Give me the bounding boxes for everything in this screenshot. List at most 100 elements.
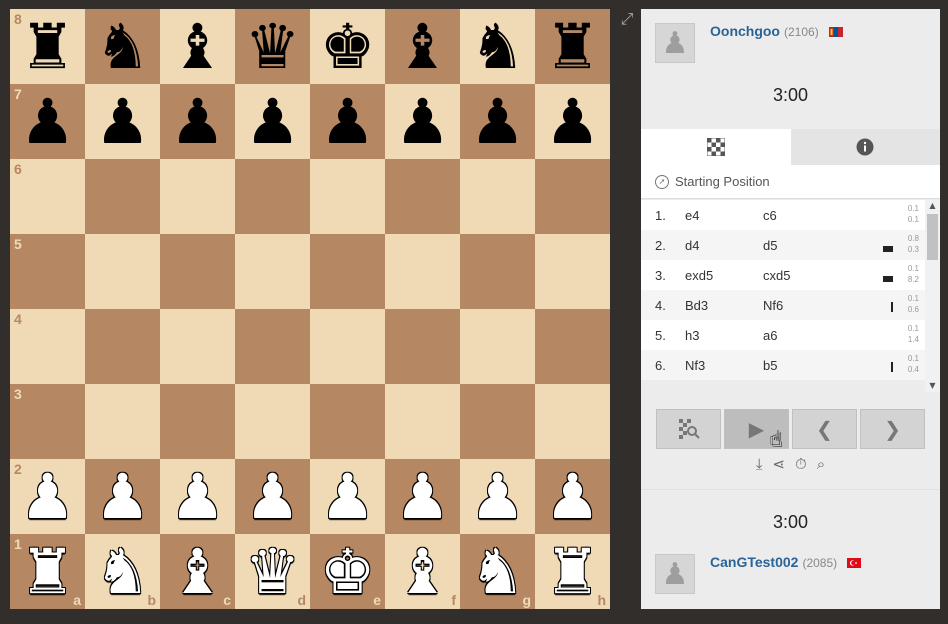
- square-f5[interactable]: [385, 234, 460, 309]
- tab-moves[interactable]: [641, 129, 791, 165]
- white-knight-icon[interactable]: ♞: [470, 540, 526, 603]
- black-bishop-icon[interactable]: ♝: [395, 15, 451, 78]
- square-c2[interactable]: ♟: [160, 459, 235, 534]
- square-b6[interactable]: [85, 159, 160, 234]
- square-f1[interactable]: f ♝: [385, 534, 460, 609]
- square-f4[interactable]: [385, 309, 460, 384]
- white-pawn-icon[interactable]: ♟: [320, 465, 376, 528]
- square-c7[interactable]: ♟: [160, 84, 235, 159]
- square-a1[interactable]: 1 a ♜: [10, 534, 85, 609]
- next-move-button[interactable]: ❯: [860, 409, 925, 449]
- square-b8[interactable]: ♞: [85, 9, 160, 84]
- square-g3[interactable]: [460, 384, 535, 459]
- square-b2[interactable]: ♟: [85, 459, 160, 534]
- square-a6[interactable]: 6: [10, 159, 85, 234]
- share-icon[interactable]: ⋖: [772, 455, 785, 477]
- square-e5[interactable]: [310, 234, 385, 309]
- square-h2[interactable]: ♟: [535, 459, 610, 534]
- black-pawn-icon[interactable]: ♟: [395, 90, 451, 153]
- black-move[interactable]: a6: [759, 328, 859, 343]
- square-e7[interactable]: ♟: [310, 84, 385, 159]
- white-king-icon[interactable]: ♚: [320, 540, 376, 603]
- analysis-board-button[interactable]: [656, 409, 721, 449]
- square-a3[interactable]: 3: [10, 384, 85, 459]
- square-d4[interactable]: [235, 309, 310, 384]
- square-c4[interactable]: [160, 309, 235, 384]
- square-d2[interactable]: ♟: [235, 459, 310, 534]
- white-pawn-icon[interactable]: ♟: [170, 465, 226, 528]
- square-g8[interactable]: ♞: [460, 9, 535, 84]
- square-h4[interactable]: [535, 309, 610, 384]
- black-pawn-icon[interactable]: ♟: [170, 90, 226, 153]
- square-g1[interactable]: g ♞: [460, 534, 535, 609]
- black-pawn-icon[interactable]: ♟: [320, 90, 376, 153]
- white-pawn-icon[interactable]: ♟: [545, 465, 601, 528]
- square-g7[interactable]: ♟: [460, 84, 535, 159]
- black-move[interactable]: Nf6: [759, 298, 859, 313]
- square-c3[interactable]: [160, 384, 235, 459]
- move-list-scrollbar[interactable]: ▲ ▼: [925, 200, 940, 392]
- black-pawn-icon[interactable]: ♟: [95, 90, 151, 153]
- square-c5[interactable]: [160, 234, 235, 309]
- white-rook-icon[interactable]: ♜: [20, 540, 76, 603]
- previous-move-button[interactable]: ❮: [792, 409, 857, 449]
- black-knight-icon[interactable]: ♞: [470, 15, 526, 78]
- top-player-name[interactable]: Oonchgoo: [710, 23, 780, 39]
- square-g4[interactable]: [460, 309, 535, 384]
- black-knight-icon[interactable]: ♞: [95, 15, 151, 78]
- square-a5[interactable]: 5: [10, 234, 85, 309]
- square-e6[interactable]: [310, 159, 385, 234]
- white-move[interactable]: exd5: [679, 268, 759, 283]
- square-e3[interactable]: [310, 384, 385, 459]
- black-pawn-icon[interactable]: ♟: [245, 90, 301, 153]
- square-g5[interactable]: [460, 234, 535, 309]
- expand-icon[interactable]: ⤢: [618, 10, 636, 28]
- white-rook-icon[interactable]: ♜: [545, 540, 601, 603]
- square-c6[interactable]: [160, 159, 235, 234]
- square-d6[interactable]: [235, 159, 310, 234]
- square-b3[interactable]: [85, 384, 160, 459]
- white-knight-icon[interactable]: ♞: [95, 540, 151, 603]
- white-move[interactable]: Nf3: [679, 358, 759, 373]
- square-d7[interactable]: ♟: [235, 84, 310, 159]
- scroll-up-icon[interactable]: ▲: [925, 200, 940, 212]
- white-bishop-icon[interactable]: ♝: [170, 540, 226, 603]
- black-move[interactable]: b5: [759, 358, 859, 373]
- white-pawn-icon[interactable]: ♟: [470, 465, 526, 528]
- timer-icon[interactable]: ⏱: [795, 455, 807, 477]
- black-king-icon[interactable]: ♚: [320, 15, 376, 78]
- square-d1[interactable]: d ♛: [235, 534, 310, 609]
- square-h3[interactable]: [535, 384, 610, 459]
- square-a4[interactable]: 4: [10, 309, 85, 384]
- square-g2[interactable]: ♟: [460, 459, 535, 534]
- square-g6[interactable]: [460, 159, 535, 234]
- square-h1[interactable]: h ♜: [535, 534, 610, 609]
- square-c1[interactable]: c ♝: [160, 534, 235, 609]
- white-move[interactable]: e4: [679, 208, 759, 223]
- square-b1[interactable]: b ♞: [85, 534, 160, 609]
- black-move[interactable]: c6: [759, 208, 859, 223]
- white-move[interactable]: Bd3: [679, 298, 759, 313]
- white-bishop-icon[interactable]: ♝: [395, 540, 451, 603]
- square-e8[interactable]: ♚: [310, 9, 385, 84]
- square-h7[interactable]: ♟: [535, 84, 610, 159]
- square-a2[interactable]: 2 ♟: [10, 459, 85, 534]
- starting-position-row[interactable]: ➚ Starting Position: [641, 165, 940, 199]
- white-pawn-icon[interactable]: ♟: [395, 465, 451, 528]
- white-move[interactable]: h3: [679, 328, 759, 343]
- black-move[interactable]: d5: [759, 238, 859, 253]
- square-a7[interactable]: 7 ♟: [10, 84, 85, 159]
- scroll-down-icon[interactable]: ▼: [925, 380, 940, 392]
- square-d8[interactable]: ♛: [235, 9, 310, 84]
- square-d3[interactable]: [235, 384, 310, 459]
- white-move[interactable]: d4: [679, 238, 759, 253]
- analysis-icon[interactable]: ⌕: [817, 455, 825, 477]
- square-f3[interactable]: [385, 384, 460, 459]
- black-queen-icon[interactable]: ♛: [245, 15, 301, 78]
- white-pawn-icon[interactable]: ♟: [245, 465, 301, 528]
- square-b5[interactable]: [85, 234, 160, 309]
- scroll-thumb[interactable]: [927, 214, 938, 260]
- square-d5[interactable]: [235, 234, 310, 309]
- square-e1[interactable]: e ♚: [310, 534, 385, 609]
- tab-info[interactable]: [790, 129, 940, 165]
